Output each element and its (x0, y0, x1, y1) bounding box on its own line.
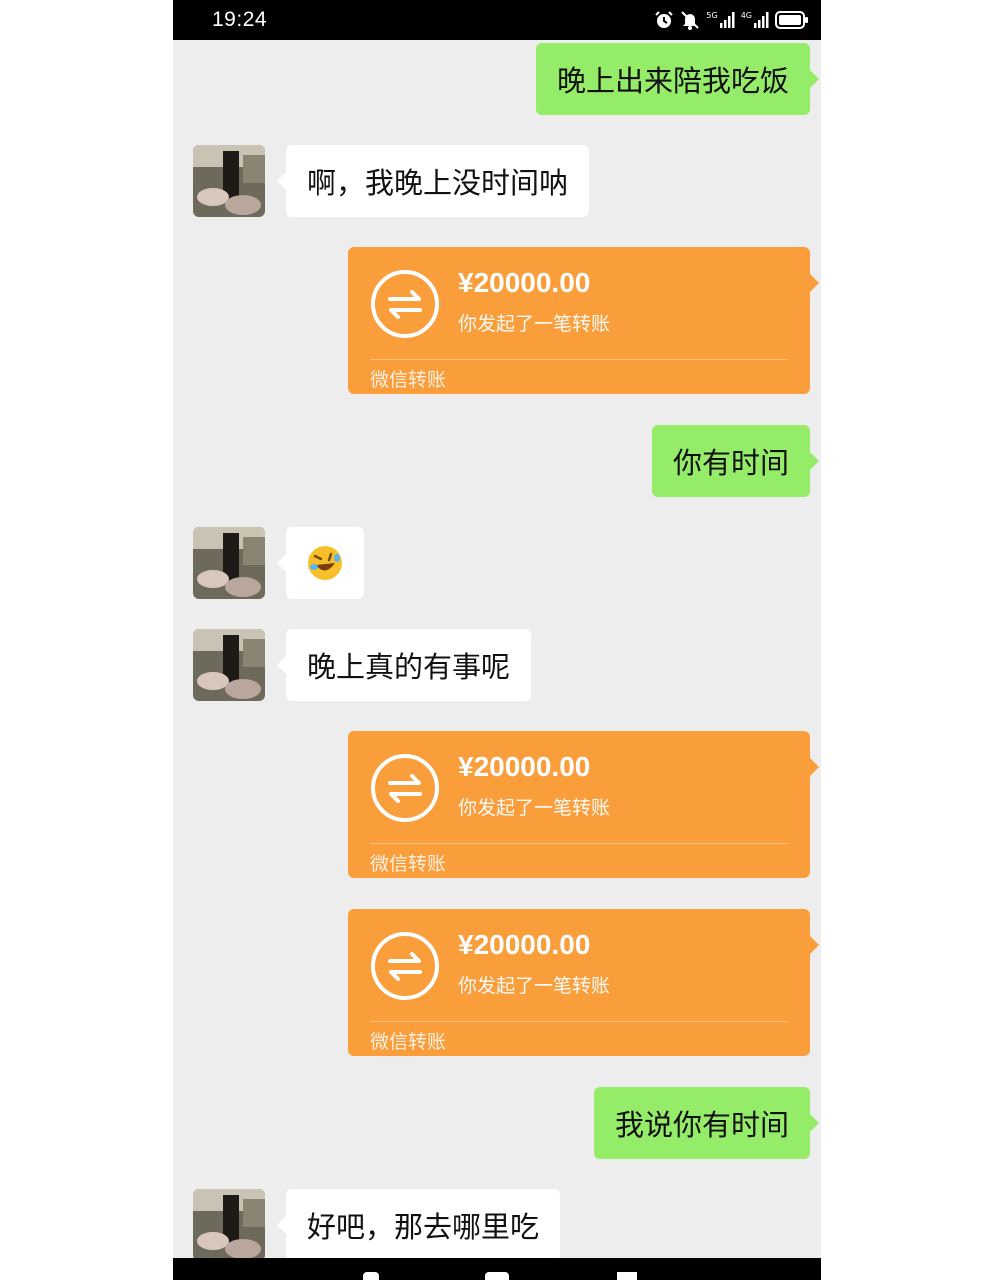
avatar-photo (193, 527, 265, 599)
divider (370, 359, 788, 360)
avatar-photo (193, 629, 265, 701)
signal-4g-label: 4G (740, 11, 752, 20)
transfer-card[interactable]: ¥20000.00 你发起了一笔转账 微信转账 (348, 909, 819, 1056)
avatar-photo (193, 145, 265, 217)
divider (370, 1021, 788, 1022)
transfer-description: 你发起了一笔转账 (458, 975, 611, 997)
transfer-amount: ¥20000.00 (458, 751, 591, 782)
nav-recents-button[interactable] (617, 1272, 637, 1280)
transfer-amount: ¥20000.00 (458, 929, 591, 960)
transfer-card[interactable]: ¥20000.00 你发起了一笔转账 微信转账 (348, 731, 819, 878)
sent-message-bubble[interactable]: 晚上出来陪我吃饭 (535, 43, 820, 115)
sent-message-bubble[interactable]: 我说你有时间 (593, 1087, 820, 1159)
signal-bars-icon (719, 12, 735, 28)
transfer-arrows-icon (371, 754, 439, 822)
transfer-footer: 微信转账 (370, 1031, 447, 1053)
battery-icon (775, 11, 808, 29)
mute-bell-icon (681, 11, 700, 30)
status-bar: 19:24 5G 4G (173, 0, 821, 40)
received-message-bubble[interactable]: 啊，我晚上没时间呐 (276, 145, 590, 217)
transfer-card[interactable]: ¥20000.00 你发起了一笔转账 微信转账 (348, 247, 819, 394)
divider (370, 843, 788, 844)
nav-home-button[interactable] (485, 1272, 509, 1280)
transfer-description: 你发起了一笔转账 (458, 797, 611, 819)
navigation-bar (173, 1258, 821, 1280)
contact-avatar[interactable] (193, 629, 265, 701)
transfer-footer: 微信转账 (370, 369, 447, 391)
contact-avatar[interactable] (193, 527, 265, 599)
contact-avatar[interactable] (193, 1189, 265, 1261)
phone-screen: 19:24 5G 4G 晚上出来陪我吃饭 啊，我晚上没时间呐 ¥20000.00… (173, 0, 821, 1280)
rolling-laughing-emoji-icon (308, 546, 342, 580)
sent-message-bubble[interactable]: 你有时间 (651, 425, 820, 497)
status-time: 19:24 (212, 8, 268, 31)
signal-5g: 5G (706, 11, 735, 28)
alarm-icon (655, 11, 674, 28)
signal-5g-label: 5G (706, 11, 718, 20)
signal-4g: 4G (741, 12, 769, 28)
received-message-bubble[interactable]: 晚上真的有事呢 (276, 629, 532, 701)
transfer-arrows-icon (371, 932, 439, 1000)
received-emoji-bubble[interactable]: 🤣 (277, 527, 364, 599)
status-icons: 5G 4G (654, 9, 809, 31)
received-message-bubble[interactable]: 好吧，那去哪里吃 (276, 1189, 561, 1261)
contact-avatar[interactable] (193, 145, 265, 217)
signal-bars-icon (754, 12, 769, 28)
nav-back-button[interactable] (363, 1272, 379, 1280)
transfer-footer: 微信转账 (370, 853, 447, 875)
transfer-arrows-icon (371, 270, 439, 338)
avatar-photo (193, 1189, 265, 1261)
transfer-description: 你发起了一笔转账 (458, 313, 611, 335)
transfer-amount: ¥20000.00 (458, 267, 591, 298)
